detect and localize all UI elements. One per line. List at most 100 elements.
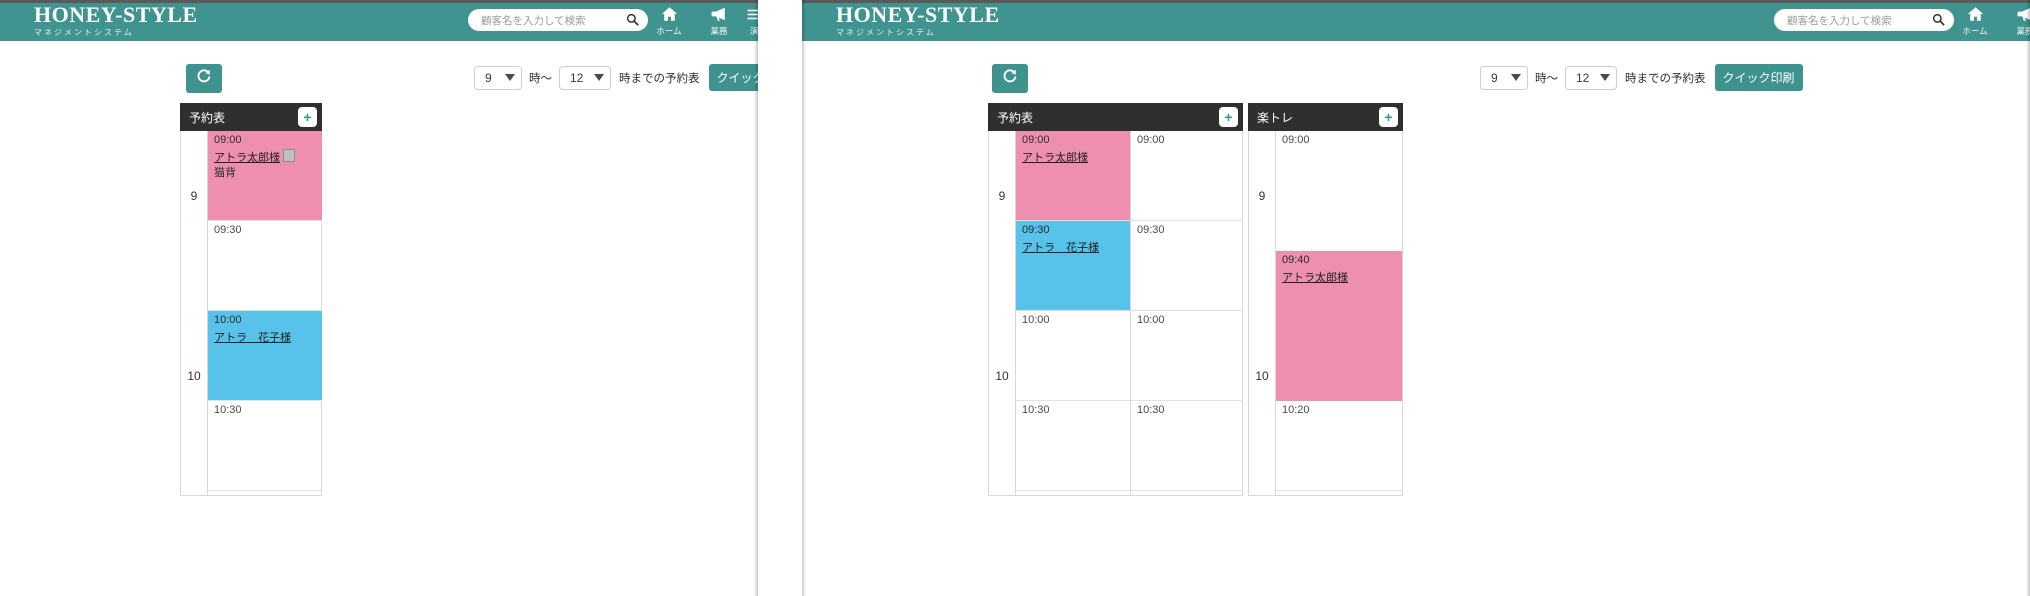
slot-time-label: 10:00 (1022, 314, 1050, 326)
hour-gutter: 9 10 (1249, 131, 1276, 496)
left-grid: 9 10 09:30 10:30 09:00 アトラ太郎様 猫背 10:00 ア… (180, 131, 322, 496)
appointment-time: 10:00 (214, 314, 242, 326)
brand-title: HONEY-STYLE (34, 2, 198, 27)
start-hour-select[interactable]: 9 (1480, 65, 1528, 90)
range-suffix-label: 時までの予約表 (1625, 72, 1706, 85)
screenshot-root: HONEY-STYLE マネジメントシステム 顧客名を入力して検索 ホーム 業務… (0, 0, 2030, 596)
time-slot[interactable]: 10:00 (1016, 311, 1130, 401)
megaphone-icon (696, 5, 742, 23)
hour-gutter: 9 10 (181, 131, 208, 496)
quick-print-button[interactable]: クイック印刷 (1714, 64, 1803, 91)
time-slot[interactable]: 10:00 (1131, 311, 1243, 401)
appointment-card[interactable]: 09:30 アトラ 花子様 (1016, 221, 1130, 310)
end-hour-select[interactable]: 12 (1565, 65, 1617, 90)
quick-print-label: クイック印刷 (716, 71, 758, 85)
nav-home-label: ホーム (656, 26, 682, 36)
column-header-reservation: 予約表 + (988, 103, 1243, 131)
start-hour-value: 9 (1491, 70, 1498, 85)
time-slot[interactable]: 09:30 (208, 221, 322, 311)
add-appointment-button[interactable]: + (298, 107, 317, 127)
add-appointment-button[interactable]: + (1379, 107, 1398, 127)
appointment-customer[interactable]: アトラ太郎様 (214, 149, 295, 165)
appointment-time: 09:30 (1022, 224, 1050, 236)
brand-logo[interactable]: HONEY-STYLE マネジメントシステム (34, 4, 198, 37)
quick-print-button[interactable]: クイック印刷 (708, 64, 758, 91)
end-hour-value: 12 (1576, 70, 1590, 85)
refresh-icon (196, 68, 212, 89)
slot-time-label: 09:30 (1137, 224, 1165, 236)
chevron-down-icon (594, 74, 604, 81)
left-range-toolbar: 9 時〜 12 時までの予約表 クイック印刷 (474, 64, 758, 91)
right-grid-col2: 9 10 09:00 10:20 09:40 アトラ太郎様 (1248, 131, 1403, 496)
nav-business-label: 業務 (710, 26, 728, 36)
range-separator-label: 時〜 (1535, 72, 1558, 85)
search-icon[interactable] (1932, 13, 1945, 26)
hour-label: 9 (998, 189, 1006, 203)
panel-gap (758, 0, 802, 596)
brand-subtitle: マネジメントシステム (836, 28, 936, 37)
hour-label: 10 (1255, 369, 1269, 383)
slot-time-label: 10:30 (1022, 404, 1050, 416)
time-slot[interactable]: 09:00 (1131, 131, 1243, 221)
range-separator-label: 時〜 (529, 72, 552, 85)
time-slot[interactable]: 10:30 (1016, 401, 1130, 491)
time-slot[interactable]: 10:30 (1131, 401, 1243, 491)
appointment-customer[interactable]: アトラ 花子様 (1022, 239, 1099, 255)
quick-print-label: クイック印刷 (1722, 71, 1795, 85)
slot-time-label: 09:30 (214, 224, 242, 236)
hour-label: 10 (995, 369, 1009, 383)
slot-time-label: 10:00 (1137, 314, 1165, 326)
column-header-rakutore: 楽トレ + (1248, 103, 1403, 131)
range-suffix-label: 時までの予約表 (619, 72, 700, 85)
brand-subtitle: マネジメントシステム (34, 28, 134, 37)
end-hour-select[interactable]: 12 (559, 65, 611, 90)
right-range-toolbar: 9 時〜 12 時までの予約表 クイック印刷 (1480, 64, 1803, 91)
add-appointment-button[interactable]: + (1219, 107, 1238, 127)
right-grid-col1: 9 10 10:00 10:30 09:00 09:30 10:00 10:30… (988, 131, 1243, 496)
hour-label: 9 (190, 189, 198, 203)
search-icon[interactable] (626, 13, 639, 26)
column-title: 楽トレ (1257, 110, 1294, 125)
nav-business[interactable]: 業務 (696, 5, 742, 37)
hour-gutter: 9 10 (989, 131, 1016, 496)
time-slot[interactable]: 09:30 (1131, 221, 1243, 311)
nav-home[interactable]: ホーム (1952, 5, 1998, 37)
time-slot[interactable]: 10:20 (1276, 401, 1402, 491)
column-header-reservation: 予約表 + (180, 103, 322, 131)
memo-icon[interactable] (283, 149, 295, 162)
appointment-card[interactable]: 09:00 アトラ太郎様 (1016, 131, 1130, 220)
appointment-customer-name: アトラ太郎様 (214, 152, 280, 164)
search-input[interactable]: 顧客名を入力して検索 (1774, 9, 1954, 31)
column-title: 予約表 (997, 110, 1034, 125)
right-panel: HONEY-STYLE マネジメントシステム 顧客名を入力して検索 ホーム 業 … (802, 0, 2030, 596)
refresh-button[interactable] (186, 64, 222, 93)
appointment-card[interactable]: 09:00 アトラ太郎様 猫背 (208, 131, 322, 220)
search-placeholder: 顧客名を入力して検索 (1787, 15, 1892, 27)
column-title: 予約表 (189, 110, 226, 125)
search-input[interactable]: 顧客名を入力して検索 (468, 9, 648, 31)
chevron-down-icon (1600, 74, 1610, 81)
panel-edge-shadow (802, 0, 806, 596)
right-topbar: HONEY-STYLE マネジメントシステム 顧客名を入力して検索 ホーム 業 (802, 0, 2030, 41)
appointment-customer[interactable]: アトラ太郎様 (1022, 149, 1088, 165)
start-hour-select[interactable]: 9 (474, 65, 522, 90)
nav-home[interactable]: ホーム (646, 5, 692, 37)
left-topbar: HONEY-STYLE マネジメントシステム 顧客名を入力して検索 ホーム 業務 (0, 0, 758, 41)
appointment-memo: 猫背 (214, 167, 236, 179)
slot-time-label: 10:30 (214, 404, 242, 416)
slot-time-label: 09:00 (1137, 134, 1165, 146)
appointment-customer[interactable]: アトラ太郎様 (1282, 269, 1348, 285)
refresh-button[interactable] (992, 64, 1028, 93)
slot-time-label: 09:00 (1282, 134, 1310, 146)
end-hour-value: 12 (570, 70, 584, 85)
brand-logo[interactable]: HONEY-STYLE マネジメントシステム (836, 4, 1000, 37)
refresh-icon (1002, 68, 1018, 89)
appointment-customer[interactable]: アトラ 花子様 (214, 329, 291, 345)
chevron-down-icon (505, 74, 515, 81)
appointment-time: 09:00 (214, 134, 242, 146)
time-slot[interactable]: 10:30 (208, 401, 322, 491)
appointment-card[interactable]: 09:40 アトラ太郎様 (1276, 251, 1402, 401)
slot-time-label: 10:30 (1137, 404, 1165, 416)
appointment-card[interactable]: 10:00 アトラ 花子様 (208, 311, 322, 400)
chevron-down-icon (1511, 74, 1521, 81)
